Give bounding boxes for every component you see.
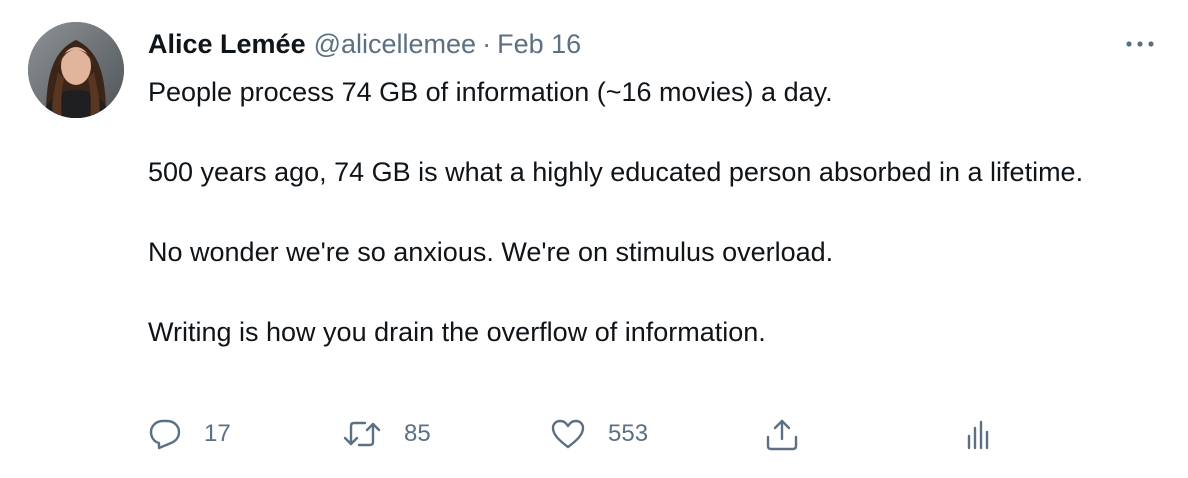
reply-icon — [148, 418, 182, 450]
retweet-button[interactable]: 85 — [342, 414, 431, 454]
like-count: 553 — [608, 420, 649, 447]
more-icon — [1125, 40, 1155, 48]
share-button[interactable] — [764, 414, 800, 454]
analytics-icon — [966, 418, 990, 450]
tweet: Alice Lemée @alicellemee · Feb 16 People… — [0, 0, 1188, 478]
author-name[interactable]: Alice Lemée — [148, 29, 306, 60]
share-icon — [764, 417, 800, 451]
tweet-paragraph: Writing is how you drain the overflow of… — [148, 317, 766, 347]
more-options-button[interactable] — [1118, 30, 1162, 58]
separator-dot: · — [482, 28, 492, 59]
tweet-header: Alice Lemée @alicellemee · Feb 16 — [148, 26, 581, 62]
tweet-date[interactable]: Feb 16 — [497, 29, 581, 60]
author-handle[interactable]: @alicellemee — [314, 29, 476, 60]
tweet-actions: 17 85 553 — [148, 414, 1008, 454]
heart-icon — [550, 418, 586, 450]
tweet-paragraph: No wonder we're so anxious. We're on sti… — [148, 237, 834, 267]
reply-button[interactable]: 17 — [148, 414, 231, 454]
tweet-text: People process 74 GB of information (~16… — [148, 72, 1138, 352]
avatar-photo — [28, 22, 124, 118]
analytics-button[interactable] — [966, 414, 990, 454]
tweet-paragraph: People process 74 GB of information (~16… — [148, 77, 833, 107]
retweet-count: 85 — [404, 420, 431, 447]
tweet-paragraph: 500 years ago, 74 GB is what a highly ed… — [148, 157, 1084, 187]
avatar[interactable] — [28, 22, 124, 118]
retweet-icon — [342, 419, 382, 449]
reply-count: 17 — [204, 420, 231, 447]
like-button[interactable]: 553 — [550, 414, 648, 454]
